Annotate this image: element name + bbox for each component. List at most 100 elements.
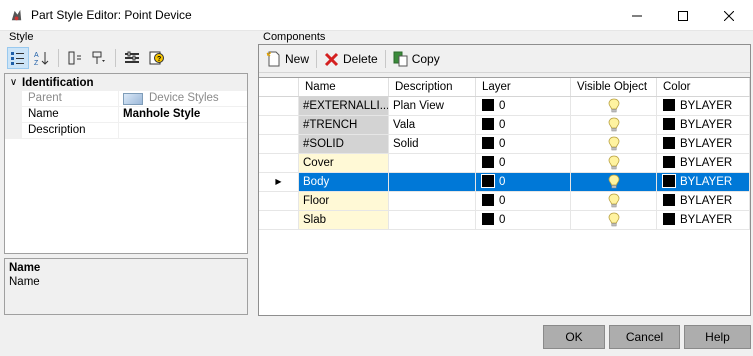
cell-description[interactable]	[389, 154, 476, 173]
table-row[interactable]: Cover 0 BYLAYER	[259, 154, 750, 173]
property-row-parent[interactable]: Parent Device Styles	[5, 91, 247, 107]
cell-visible[interactable]	[571, 97, 657, 116]
alphabetical-icon: A Z	[34, 52, 49, 66]
window-title: Part Style Editor: Point Device	[31, 8, 192, 22]
cell-name[interactable]: #TRENCH	[299, 116, 389, 135]
cell-layer[interactable]: 0	[476, 97, 571, 116]
cell-description[interactable]	[389, 173, 476, 192]
table-row[interactable]: ▶ Body 0 BYLAYER	[259, 173, 750, 192]
row-selector[interactable]	[259, 192, 299, 211]
cell-description[interactable]	[389, 192, 476, 211]
cell-name[interactable]: Cover	[299, 154, 389, 173]
layer-text: 0	[499, 157, 506, 169]
current-row-arrow-icon: ▶	[275, 177, 282, 186]
collapse-icon[interactable]: ∨	[5, 77, 22, 88]
category-label: Identification	[22, 76, 94, 89]
cell-color[interactable]: BYLAYER	[657, 116, 750, 135]
cell-name[interactable]: Floor	[299, 192, 389, 211]
cell-description[interactable]	[389, 211, 476, 230]
maximize-button[interactable]	[660, 0, 706, 31]
help-dialog-button[interactable]: Help	[684, 325, 751, 349]
lightbulb-icon	[608, 212, 619, 227]
cell-name[interactable]: #EXTERNALLI...	[299, 97, 389, 116]
cell-description[interactable]: Plan View	[389, 97, 476, 116]
row-selector[interactable]	[259, 97, 299, 116]
help-icon: ?	[149, 51, 164, 65]
cell-description[interactable]: Solid	[389, 135, 476, 154]
cancel-button[interactable]: Cancel	[609, 325, 680, 349]
table-row[interactable]: Floor 0 BYLAYER	[259, 192, 750, 211]
cell-visible[interactable]	[571, 116, 657, 135]
column-header-layer[interactable]: Layer	[476, 78, 571, 96]
table-row[interactable]: #EXTERNALLI... Plan View 0 BYLAYER	[259, 97, 750, 116]
expand-button[interactable]	[64, 47, 86, 69]
help-button[interactable]: ?	[145, 47, 167, 69]
table-row[interactable]: #TRENCH Vala 0 BYLAYER	[259, 116, 750, 135]
column-header-color[interactable]: Color	[657, 78, 750, 96]
filter-button[interactable]	[88, 47, 110, 69]
cell-layer[interactable]: 0	[476, 154, 571, 173]
cell-color[interactable]: BYLAYER	[657, 173, 750, 192]
column-header-visible[interactable]: Visible Object	[571, 78, 657, 96]
table-row[interactable]: Slab 0 BYLAYER	[259, 211, 750, 230]
minimize-button[interactable]	[614, 0, 660, 31]
color-text: BYLAYER	[680, 119, 733, 131]
description-title: Name	[9, 262, 41, 274]
property-value[interactable]: Manhole Style	[119, 107, 247, 122]
cell-color[interactable]: BYLAYER	[657, 211, 750, 230]
cell-name[interactable]: #SOLID	[299, 135, 389, 154]
copy-button[interactable]: Copy	[390, 48, 443, 70]
lightbulb-icon	[608, 117, 619, 132]
row-selector[interactable]	[259, 211, 299, 230]
cell-color[interactable]: BYLAYER	[657, 192, 750, 211]
property-row-description[interactable]: Description	[5, 123, 247, 139]
alphabetical-button[interactable]: A Z	[31, 47, 53, 69]
lightbulb-icon	[608, 193, 619, 208]
cell-layer[interactable]: 0	[476, 173, 571, 192]
cell-visible[interactable]	[571, 154, 657, 173]
cell-layer[interactable]: 0	[476, 116, 571, 135]
cell-name[interactable]: Slab	[299, 211, 389, 230]
property-value[interactable]	[119, 123, 247, 138]
delete-button[interactable]: Delete	[321, 48, 381, 70]
color-swatch	[663, 213, 675, 225]
property-description-box: Name Name	[4, 258, 248, 315]
color-swatch	[663, 99, 675, 111]
layer-text: 0	[499, 214, 506, 226]
cell-name[interactable]: Body	[299, 173, 389, 192]
layer-text: 0	[499, 119, 506, 131]
cell-visible[interactable]	[571, 211, 657, 230]
row-selector[interactable]	[259, 116, 299, 135]
close-button[interactable]	[706, 0, 752, 31]
row-selector[interactable]	[259, 135, 299, 154]
property-row-name[interactable]: Name Manhole Style	[5, 107, 247, 123]
cell-layer[interactable]: 0	[476, 135, 571, 154]
color-swatch	[663, 137, 675, 149]
categorized-button[interactable]	[7, 47, 29, 69]
properties-button[interactable]	[121, 47, 143, 69]
cell-layer[interactable]: 0	[476, 211, 571, 230]
color-text: BYLAYER	[680, 100, 733, 112]
delete-label: Delete	[343, 51, 378, 66]
layer-swatch	[482, 156, 494, 168]
row-selector[interactable]: ▶	[259, 173, 299, 192]
cell-visible[interactable]	[571, 173, 657, 192]
cell-visible[interactable]	[571, 135, 657, 154]
cell-description[interactable]: Vala	[389, 116, 476, 135]
category-identification[interactable]: ∨ Identification	[5, 74, 247, 91]
row-selector[interactable]	[259, 154, 299, 173]
ok-button[interactable]: OK	[543, 325, 605, 349]
cell-color[interactable]: BYLAYER	[657, 135, 750, 154]
color-text: BYLAYER	[680, 176, 733, 188]
new-button[interactable]: New	[263, 48, 312, 70]
table-row[interactable]: #SOLID Solid 0 BYLAYER	[259, 135, 750, 154]
cell-layer[interactable]: 0	[476, 192, 571, 211]
cell-visible[interactable]	[571, 192, 657, 211]
cell-color[interactable]: BYLAYER	[657, 154, 750, 173]
column-header-name[interactable]: Name	[299, 78, 389, 96]
column-header-description[interactable]: Description	[389, 78, 476, 96]
lightbulb-icon	[608, 98, 619, 113]
property-name: Name	[22, 107, 119, 122]
grid-header: Name Description Layer Visible Object Co…	[259, 78, 750, 97]
cell-color[interactable]: BYLAYER	[657, 97, 750, 116]
